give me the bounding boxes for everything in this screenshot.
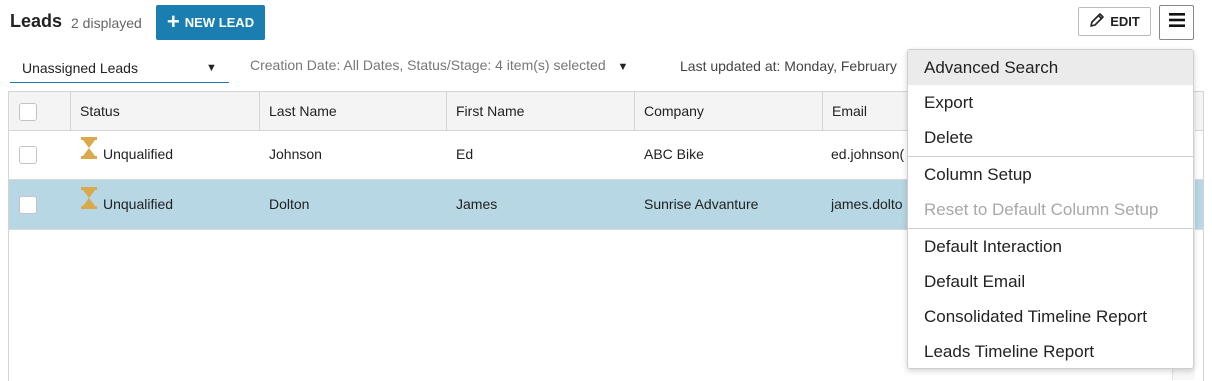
select-all-checkbox[interactable] <box>19 103 37 121</box>
new-lead-button[interactable]: + NEW LEAD <box>156 5 265 40</box>
first-name-cell: Ed <box>456 146 474 162</box>
actions-dropdown-menu: Advanced Search Export Delete Column Set… <box>907 49 1194 369</box>
status-cell: Unqualified <box>80 180 173 229</box>
plus-icon: + <box>166 8 180 34</box>
menu-item-leads-timeline-report[interactable]: Leads Timeline Report <box>908 334 1193 369</box>
status-text: Unqualified <box>103 196 174 212</box>
view-select[interactable]: Unassigned Leads ▼ <box>10 52 229 83</box>
hamburger-icon <box>1168 13 1185 32</box>
column-header-last-name[interactable]: Last Name <box>260 92 447 130</box>
row-checkbox[interactable] <box>19 196 37 214</box>
pencil-icon <box>1089 12 1105 31</box>
caret-down-icon: ▼ <box>206 62 217 74</box>
page-title: Leads <box>10 11 63 31</box>
email-cell[interactable]: james.dolto <box>831 180 909 229</box>
row-checkbox[interactable] <box>19 146 37 164</box>
filter-criteria[interactable]: Creation Date: All Dates, Status/Stage: … <box>250 57 628 73</box>
record-count: 2 displayed <box>71 15 142 31</box>
caret-down-icon: ▼ <box>617 61 629 73</box>
menu-item-default-email[interactable]: Default Email <box>908 264 1193 299</box>
more-actions-menu-button[interactable] <box>1159 5 1194 40</box>
last-name-cell: Dolton <box>269 196 310 212</box>
new-lead-label: NEW LEAD <box>184 15 255 30</box>
menu-item-default-interaction[interactable]: Default Interaction <box>908 229 1193 264</box>
edit-label: EDIT <box>1110 14 1140 29</box>
hourglass-icon <box>80 180 98 229</box>
company-cell: ABC Bike <box>644 146 704 162</box>
hourglass-icon <box>80 130 98 179</box>
company-cell: Sunrise Advanture <box>644 196 759 212</box>
email-cell[interactable]: ed.johnson( <box>831 130 911 179</box>
first-name-cell: James <box>456 196 498 212</box>
last-name-cell: Johnson <box>269 146 322 162</box>
column-header-status[interactable]: Status <box>71 92 260 130</box>
view-select-value: Unassigned Leads <box>22 60 138 76</box>
menu-item-reset-column-setup: Reset to Default Column Setup <box>924 200 1159 219</box>
column-header-first-name[interactable]: First Name <box>447 92 635 130</box>
status-cell: Unqualified <box>80 130 173 179</box>
edit-button[interactable]: EDIT <box>1078 7 1151 36</box>
menu-item-delete[interactable]: Delete <box>908 120 1193 155</box>
menu-item-column-setup[interactable]: Column Setup <box>908 157 1193 192</box>
select-all-cell <box>9 92 71 130</box>
menu-item-consolidated-timeline-report[interactable]: Consolidated Timeline Report <box>908 299 1193 334</box>
menu-item-export[interactable]: Export <box>908 85 1193 120</box>
menu-item-advanced-search[interactable]: Advanced Search <box>908 50 1193 85</box>
column-header-company[interactable]: Company <box>635 92 823 130</box>
status-text: Unqualified <box>103 146 174 162</box>
filter-criteria-text: Creation Date: All Dates, Status/Stage: … <box>250 57 606 73</box>
page-header: Leads 2 displayed + NEW LEAD EDIT <box>0 0 1212 44</box>
last-updated-text: Last updated at: Monday, February <box>680 58 897 74</box>
